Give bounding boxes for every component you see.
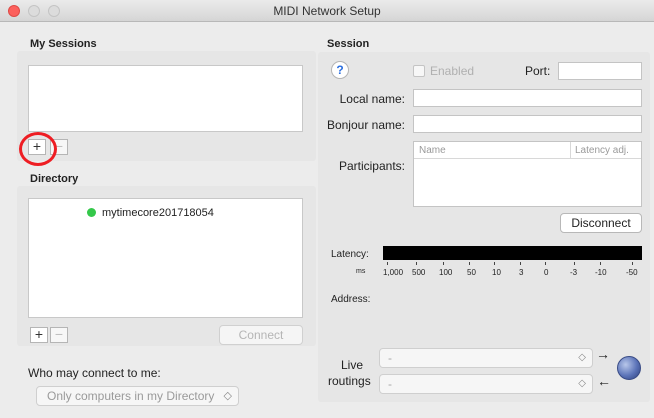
scale-tick: [469, 262, 470, 265]
routing-out-select[interactable]: - ◇: [379, 374, 593, 394]
minimize-window-button[interactable]: [28, 5, 40, 17]
select-arrows-icon: ◇: [578, 352, 586, 363]
my-sessions-heading: My Sessions: [30, 38, 97, 50]
port-label: Port:: [525, 64, 551, 78]
participants-label: Participants:: [338, 159, 405, 173]
scale-tick: [520, 262, 521, 265]
arrow-left-icon: ←: [597, 373, 611, 389]
online-status-icon: [87, 208, 96, 218]
column-header-latency[interactable]: Latency adj.: [575, 145, 629, 156]
routing-in-select[interactable]: - ◇: [379, 348, 593, 368]
title-bar: MIDI Network Setup: [0, 0, 654, 22]
bonjour-name-field[interactable]: [413, 115, 642, 133]
scale-label: 50: [467, 268, 476, 277]
scale-label: 10: [492, 268, 501, 277]
bonjour-name-label: Bonjour name:: [326, 118, 405, 132]
scale-tick: [545, 262, 546, 265]
scale-label: 500: [412, 268, 426, 277]
add-directory-button[interactable]: +: [30, 327, 48, 343]
who-may-connect-value: Only computers in my Directory: [47, 389, 215, 403]
latency-scale: 1,000 500 100 50 10 3 0 -3 -10 -50: [383, 262, 642, 282]
live-routings-label-line1: Live: [340, 358, 363, 372]
remove-directory-button[interactable]: −: [50, 327, 68, 343]
scale-tick: [574, 262, 575, 265]
who-may-connect-label: Who may connect to me:: [28, 366, 161, 380]
scale-tick: [632, 262, 633, 265]
directory-item-name: mytimecore201718054: [102, 206, 214, 219]
zoom-window-button[interactable]: [48, 5, 60, 17]
participants-table[interactable]: Name Latency adj.: [413, 141, 642, 207]
scale-label: -50: [626, 268, 638, 277]
select-arrows-icon: ◇: [223, 390, 232, 402]
scale-label: -10: [595, 268, 607, 277]
address-label: Address:: [331, 294, 371, 305]
latency-meter: [383, 246, 642, 260]
network-globe-icon: [617, 356, 641, 380]
select-arrows-icon: ◇: [578, 378, 586, 389]
local-name-field[interactable]: [413, 89, 642, 107]
latency-unit: ms: [356, 268, 366, 275]
live-routings-label-line2: routings: [328, 374, 371, 388]
column-header-name[interactable]: Name: [419, 145, 446, 156]
directory-heading: Directory: [30, 173, 79, 185]
scale-label: 0: [544, 268, 549, 277]
directory-list[interactable]: mytimecore201718054: [28, 198, 303, 318]
port-field[interactable]: [558, 62, 642, 80]
enabled-label: Enabled: [430, 64, 475, 78]
session-heading: Session: [327, 38, 370, 50]
connect-button[interactable]: Connect: [219, 325, 303, 345]
scale-tick: [443, 262, 444, 265]
who-may-connect-select[interactable]: Only computers in my Directory ◇: [36, 386, 239, 406]
my-sessions-list[interactable]: [28, 65, 303, 132]
routing-in-value: -: [388, 351, 392, 365]
list-item[interactable]: mytimecore201718054: [87, 205, 214, 219]
scale-label: 3: [519, 268, 524, 277]
window-title: MIDI Network Setup: [273, 4, 381, 18]
scale-label: -3: [570, 268, 578, 277]
help-button[interactable]: ?: [331, 61, 349, 79]
enabled-checkbox[interactable]: [413, 65, 425, 77]
column-divider: [570, 142, 571, 159]
latency-label: Latency:: [331, 249, 369, 260]
routing-out-value: -: [388, 377, 392, 391]
scale-label: 1,000: [383, 268, 404, 277]
scale-tick: [494, 262, 495, 265]
scale-tick: [387, 262, 388, 265]
close-window-button[interactable]: [8, 5, 20, 17]
disconnect-button[interactable]: Disconnect: [560, 213, 642, 233]
scale-tick: [600, 262, 601, 265]
remove-session-button[interactable]: −: [50, 139, 68, 155]
scale-tick: [416, 262, 417, 265]
local-name-label: Local name:: [339, 92, 405, 106]
scale-label: 100: [439, 268, 453, 277]
participants-header: Name Latency adj.: [414, 142, 641, 159]
arrow-right-icon: →: [596, 346, 610, 362]
add-session-button[interactable]: +: [28, 139, 46, 155]
